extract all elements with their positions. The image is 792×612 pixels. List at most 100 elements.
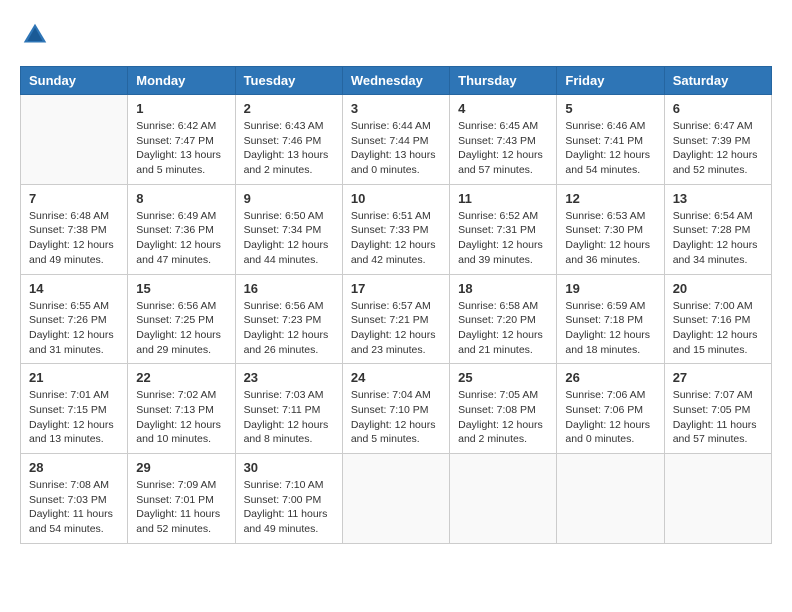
calendar-cell: 27Sunrise: 7:07 AMSunset: 7:05 PMDayligh… (664, 364, 771, 454)
day-info: Sunrise: 6:52 AMSunset: 7:31 PMDaylight:… (458, 209, 548, 268)
calendar-cell: 22 Sunrise: 7:02 AMSunset: 7:13 PMDayligh… (128, 364, 235, 454)
calendar-cell: 25 Sunrise: 7:05 AMSunset: 7:08 PMDayligh… (450, 364, 557, 454)
calendar-cell: 12 Sunrise: 6:53 AMSunset: 7:30 PMDayligh… (557, 184, 664, 274)
calendar-cell: 20 Sunrise: 7:00 AMSunset: 7:16 PMDayligh… (664, 274, 771, 364)
logo-icon (20, 20, 50, 50)
day-number: 9 (244, 191, 334, 206)
day-number: 10 (351, 191, 441, 206)
day-info: Sunrise: 6:56 AMSunset: 7:25 PMDaylight:… (136, 299, 226, 358)
calendar-cell: 21 Sunrise: 7:01 AMSunset: 7:15 PMDayligh… (21, 364, 128, 454)
day-info: Sunrise: 6:42 AMSunset: 7:47 PMDaylight:… (136, 119, 226, 178)
day-number: 16 (244, 281, 334, 296)
day-number: 19 (565, 281, 655, 296)
day-info: Sunrise: 6:45 AMSunset: 7:43 PMDaylight:… (458, 119, 548, 178)
day-number: 4 (458, 101, 548, 116)
day-number: 2 (244, 101, 334, 116)
page-header (20, 20, 772, 50)
day-number: 22 (136, 370, 226, 385)
weekday-header-sunday: Sunday (21, 67, 128, 95)
day-number: 17 (351, 281, 441, 296)
day-info: Sunrise: 7:02 AMSunset: 7:13 PMDaylight:… (136, 388, 226, 447)
calendar-cell: 13 Sunrise: 6:54 AMSunset: 7:28 PMDayligh… (664, 184, 771, 274)
calendar-week-row: 7 Sunrise: 6:48 AMSunset: 7:38 PMDaylight… (21, 184, 772, 274)
calendar-cell: 6 Sunrise: 6:47 AMSunset: 7:39 PMDaylight… (664, 95, 771, 185)
day-number: 21 (29, 370, 119, 385)
calendar-cell: 17 Sunrise: 6:57 AMSunset: 7:21 PMDayligh… (342, 274, 449, 364)
calendar-table: SundayMondayTuesdayWednesdayThursdayFrid… (20, 66, 772, 544)
day-info: Sunrise: 6:54 AMSunset: 7:28 PMDaylight:… (673, 209, 763, 268)
calendar-cell: 14 Sunrise: 6:55 AMSunset: 7:26 PMDayligh… (21, 274, 128, 364)
calendar-cell: 4 Sunrise: 6:45 AMSunset: 7:43 PMDaylight… (450, 95, 557, 185)
calendar-cell: 23 Sunrise: 7:03 AMSunset: 7:11 PMDayligh… (235, 364, 342, 454)
day-number: 24 (351, 370, 441, 385)
calendar-cell: 9 Sunrise: 6:50 AMSunset: 7:34 PMDaylight… (235, 184, 342, 274)
day-info: Sunrise: 6:58 AMSunset: 7:20 PMDaylight:… (458, 299, 548, 358)
day-info: Sunrise: 6:56 AMSunset: 7:23 PMDaylight:… (244, 299, 334, 358)
day-info: Sunrise: 6:48 AMSunset: 7:38 PMDaylight:… (29, 209, 119, 268)
day-info: Sunrise: 6:57 AMSunset: 7:21 PMDaylight:… (351, 299, 441, 358)
day-info: Sunrise: 6:49 AMSunset: 7:36 PMDaylight:… (136, 209, 226, 268)
weekday-header-wednesday: Wednesday (342, 67, 449, 95)
day-info: Sunrise: 6:47 AMSunset: 7:39 PMDaylight:… (673, 119, 763, 178)
calendar-cell: 26Sunrise: 7:06 AMSunset: 7:06 PMDayligh… (557, 364, 664, 454)
calendar-header-row: SundayMondayTuesdayWednesdayThursdayFrid… (21, 67, 772, 95)
weekday-header-friday: Friday (557, 67, 664, 95)
day-info: Sunrise: 6:55 AMSunset: 7:26 PMDaylight:… (29, 299, 119, 358)
calendar-cell (21, 95, 128, 185)
weekday-header-saturday: Saturday (664, 67, 771, 95)
day-info: Sunrise: 7:08 AMSunset: 7:03 PMDaylight:… (29, 478, 119, 537)
day-number: 25 (458, 370, 548, 385)
calendar-week-row: 1 Sunrise: 6:42 AMSunset: 7:47 PMDaylight… (21, 95, 772, 185)
weekday-header-thursday: Thursday (450, 67, 557, 95)
calendar-cell (557, 454, 664, 544)
day-number: 1 (136, 101, 226, 116)
weekday-header-monday: Monday (128, 67, 235, 95)
day-number: 13 (673, 191, 763, 206)
weekday-header-tuesday: Tuesday (235, 67, 342, 95)
day-info: Sunrise: 6:46 AMSunset: 7:41 PMDaylight:… (565, 119, 655, 178)
day-info: Sunrise: 6:50 AMSunset: 7:34 PMDaylight:… (244, 209, 334, 268)
calendar-cell: 1 Sunrise: 6:42 AMSunset: 7:47 PMDaylight… (128, 95, 235, 185)
calendar-cell: 28Sunrise: 7:08 AMSunset: 7:03 PMDayligh… (21, 454, 128, 544)
day-number: 18 (458, 281, 548, 296)
calendar-cell (342, 454, 449, 544)
day-number: 12 (565, 191, 655, 206)
day-info: Sunrise: 7:06 AMSunset: 7:06 PMDaylight:… (565, 388, 655, 447)
calendar-cell: 19 Sunrise: 6:59 AMSunset: 7:18 PMDayligh… (557, 274, 664, 364)
day-info: Sunrise: 6:53 AMSunset: 7:30 PMDaylight:… (565, 209, 655, 268)
day-info: Sunrise: 6:51 AMSunset: 7:33 PMDaylight:… (351, 209, 441, 268)
day-number: 6 (673, 101, 763, 116)
day-info: Sunrise: 7:05 AMSunset: 7:08 PMDaylight:… (458, 388, 548, 447)
calendar-cell: 11 Sunrise: 6:52 AMSunset: 7:31 PMDayligh… (450, 184, 557, 274)
day-info: Sunrise: 6:43 AMSunset: 7:46 PMDaylight:… (244, 119, 334, 178)
calendar-week-row: 14 Sunrise: 6:55 AMSunset: 7:26 PMDayligh… (21, 274, 772, 364)
calendar-cell (450, 454, 557, 544)
day-info: Sunrise: 7:01 AMSunset: 7:15 PMDaylight:… (29, 388, 119, 447)
day-info: Sunrise: 7:10 AMSunset: 7:00 PMDaylight:… (244, 478, 334, 537)
calendar-cell: 24Sunrise: 7:04 AMSunset: 7:10 PMDayligh… (342, 364, 449, 454)
day-info: Sunrise: 7:03 AMSunset: 7:11 PMDaylight:… (244, 388, 334, 447)
day-number: 20 (673, 281, 763, 296)
calendar-cell: 5 Sunrise: 6:46 AMSunset: 7:41 PMDaylight… (557, 95, 664, 185)
calendar-week-row: 21 Sunrise: 7:01 AMSunset: 7:15 PMDayligh… (21, 364, 772, 454)
day-info: Sunrise: 7:00 AMSunset: 7:16 PMDaylight:… (673, 299, 763, 358)
calendar-cell: 7 Sunrise: 6:48 AMSunset: 7:38 PMDaylight… (21, 184, 128, 274)
calendar-cell: 29 Sunrise: 7:09 AMSunset: 7:01 PMDayligh… (128, 454, 235, 544)
calendar-cell: 30Sunrise: 7:10 AMSunset: 7:00 PMDayligh… (235, 454, 342, 544)
calendar-week-row: 28Sunrise: 7:08 AMSunset: 7:03 PMDayligh… (21, 454, 772, 544)
calendar-cell: 10 Sunrise: 6:51 AMSunset: 7:33 PMDayligh… (342, 184, 449, 274)
calendar-cell: 15Sunrise: 6:56 AMSunset: 7:25 PMDayligh… (128, 274, 235, 364)
day-number: 11 (458, 191, 548, 206)
day-number: 7 (29, 191, 119, 206)
day-number: 14 (29, 281, 119, 296)
logo (20, 20, 54, 50)
day-number: 29 (136, 460, 226, 475)
calendar-cell: 16 Sunrise: 6:56 AMSunset: 7:23 PMDayligh… (235, 274, 342, 364)
day-info: Sunrise: 6:59 AMSunset: 7:18 PMDaylight:… (565, 299, 655, 358)
day-number: 23 (244, 370, 334, 385)
day-info: Sunrise: 7:09 AMSunset: 7:01 PMDaylight:… (136, 478, 226, 537)
day-info: Sunrise: 6:44 AMSunset: 7:44 PMDaylight:… (351, 119, 441, 178)
day-number: 8 (136, 191, 226, 206)
day-number: 5 (565, 101, 655, 116)
calendar-cell (664, 454, 771, 544)
